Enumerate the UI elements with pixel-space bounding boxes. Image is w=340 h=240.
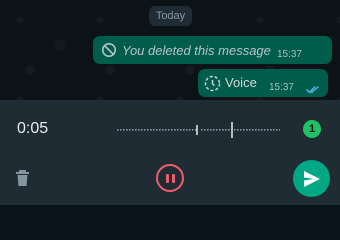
voice-pending-icon	[204, 75, 221, 97]
send-icon	[304, 171, 320, 187]
chat-area: Today You deleted this message 15:37 Voi…	[0, 0, 340, 100]
message-time: 15:37	[268, 82, 294, 93]
voice-message-label: Voice	[225, 75, 257, 90]
message-time: 15:37	[276, 49, 302, 60]
count-badge[interactable]: 1	[303, 120, 321, 138]
date-chip: Today	[149, 6, 192, 26]
message-voice[interactable]: Voice 15:37	[198, 69, 328, 97]
navigation-bar-area	[0, 205, 340, 225]
recording-timer: 0:05	[17, 120, 49, 137]
send-button[interactable]	[293, 160, 330, 197]
deleted-message-text: You deleted this message	[122, 43, 271, 58]
deleted-icon	[101, 42, 117, 63]
pause-button[interactable]	[156, 164, 184, 192]
voice-recorder-panel: 0:05 1	[0, 100, 340, 205]
waveform[interactable]	[116, 122, 281, 143]
trash-icon[interactable]	[14, 168, 34, 193]
message-deleted[interactable]: You deleted this message 15:37	[93, 36, 332, 64]
read-ticks-icon	[306, 81, 320, 99]
